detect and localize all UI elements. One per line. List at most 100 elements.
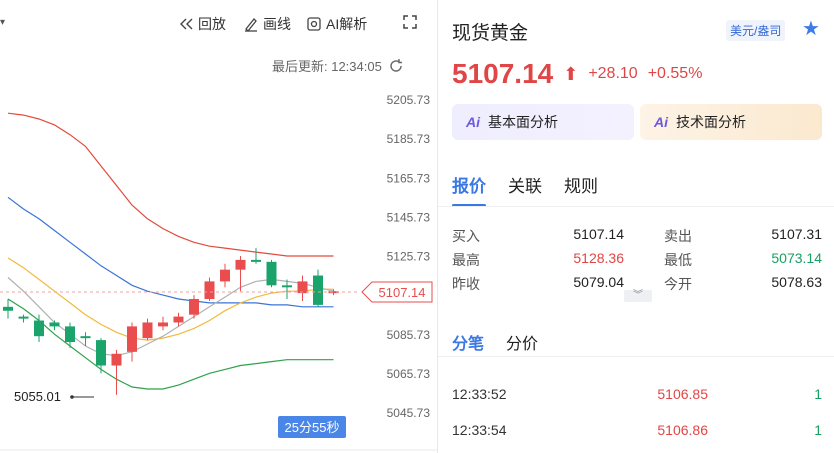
candle-body <box>266 261 277 286</box>
replay-label: 回放 <box>198 16 226 32</box>
candle <box>34 314 44 343</box>
bid-label: 买入 <box>452 228 480 244</box>
trade-price: 5106.85 <box>657 386 708 402</box>
fundamental-analysis-button[interactable]: Ai 基本面分析 <box>452 104 634 140</box>
replay-icon <box>180 18 193 30</box>
current-price-tag-text: 5107.14 <box>379 285 426 300</box>
caret-down-icon[interactable]: ▾ <box>0 17 5 28</box>
draw-line-button[interactable]: 画线 <box>243 14 291 34</box>
y-axis-ticks: 5205.735185.735165.735145.735125.735105.… <box>387 93 431 420</box>
refresh-icon[interactable] <box>388 58 404 74</box>
tab-quote[interactable]: 报价 <box>452 172 486 207</box>
candle <box>158 316 168 331</box>
trade-row: 12:33:52 5106.85 1 <box>452 386 822 406</box>
trade-price: 5106.86 <box>657 422 708 438</box>
y-tick-label: 5065.73 <box>387 367 431 381</box>
candle <box>142 318 153 341</box>
candle <box>313 269 323 307</box>
low-label: 最低 <box>664 252 692 268</box>
candle <box>297 275 308 301</box>
quote-panel: 现货黄金 美元/盎司 ★ 5107.14 ⬆ +28.10 +0.55% Ai … <box>438 0 834 453</box>
y-tick-label: 5085.73 <box>387 328 431 342</box>
candle-body <box>204 281 215 300</box>
trade-time: 12:33:52 <box>452 386 507 402</box>
candle <box>65 322 75 348</box>
star-icon[interactable]: ★ <box>802 16 820 41</box>
ask-label: 卖出 <box>664 228 692 244</box>
low-value: 5073.14 <box>771 250 822 266</box>
y-tick-label: 5185.73 <box>387 132 431 146</box>
chart-indicator-lines <box>7 112 334 390</box>
last-updated: 最后更新: 12:34:05 <box>272 56 404 75</box>
candle <box>49 320 60 331</box>
technical-analysis-label: 技术面分析 <box>676 114 746 130</box>
candle-body <box>3 306 13 311</box>
countdown-text: 25分55秒 <box>285 420 340 435</box>
candle-body <box>173 316 184 323</box>
collapse-chevron-icon[interactable]: ︾ <box>624 290 652 302</box>
upper-band-line <box>7 112 334 257</box>
currency-badge[interactable]: 美元/盎司 <box>726 20 786 41</box>
candle-body <box>297 281 308 294</box>
y-tick-label: 5205.73 <box>387 93 431 107</box>
price-change: +28.10 <box>588 65 638 82</box>
open-value: 5078.63 <box>771 274 822 290</box>
ai-analysis-button[interactable]: AI解析 <box>306 14 367 34</box>
candle <box>266 259 277 288</box>
ai-badge-icon: Ai <box>654 114 668 130</box>
ai-badge-icon: Ai <box>466 114 480 130</box>
tab-price-distribution[interactable]: 分价 <box>506 330 538 354</box>
low-marker-text: 5055.01 <box>14 389 61 404</box>
ai-scan-icon <box>307 17 321 31</box>
candle-body <box>65 326 75 343</box>
y-tick-label: 5045.73 <box>387 406 431 420</box>
tab-ticks[interactable]: 分笔 <box>452 330 484 354</box>
instrument-title: 现货黄金 <box>452 23 529 44</box>
tabs-divider <box>438 206 834 207</box>
candle-body <box>251 259 261 262</box>
quote-row: 买入 5107.14 卖出 5107.31 <box>452 226 822 246</box>
trade-volume: 1 <box>814 386 822 402</box>
technical-analysis-button[interactable]: Ai 技术面分析 <box>640 104 822 140</box>
replay-button[interactable]: 回放 <box>178 14 226 34</box>
pen-icon <box>245 18 257 32</box>
candle <box>111 349 122 395</box>
current-price-tag: 5107.14 <box>361 281 433 303</box>
ask-value: 5107.31 <box>771 226 822 242</box>
trade-volume: 1 <box>814 422 822 438</box>
low-marker: 5055.01 <box>14 389 94 404</box>
candle <box>251 248 261 264</box>
candle <box>127 322 137 362</box>
fullscreen-icon <box>403 15 417 29</box>
candle-body <box>111 353 122 366</box>
candlestick-chart[interactable]: 5205.735185.735165.735145.735125.735105.… <box>0 78 437 453</box>
candle-body <box>80 336 91 339</box>
chart-panel: ▾ 回放 画线 AI解析 最后更新: 12:34:05 5205.73 5185.… <box>0 0 437 453</box>
middle-band-line <box>7 196 334 308</box>
candle <box>3 299 13 319</box>
candle-body <box>158 322 168 327</box>
high-value: 5128.36 <box>573 250 624 266</box>
candle <box>96 338 106 374</box>
candle-body <box>235 259 246 270</box>
candle-body <box>49 322 60 327</box>
ma-yellow-line <box>7 257 334 341</box>
candle-body <box>18 316 29 319</box>
candle-body <box>127 326 137 352</box>
y-tick-label: 5145.73 <box>387 210 431 224</box>
tab-related[interactable]: 关联 <box>508 172 542 197</box>
open-label: 今开 <box>664 276 692 292</box>
tab-rules[interactable]: 规则 <box>564 172 598 197</box>
candle-body <box>34 320 44 337</box>
price-row: 5107.14 ⬆ +28.10 +0.55% <box>452 58 702 90</box>
trade-time: 12:33:54 <box>452 422 507 438</box>
quote-row: 最高 5128.36 最低 5073.14 <box>452 250 822 270</box>
prev-close-value: 5079.04 <box>573 274 624 290</box>
candle <box>220 263 230 288</box>
countdown-badge: 25分55秒 <box>278 416 346 438</box>
chart-toolbar: ▾ 回放 画线 AI解析 <box>0 14 437 38</box>
draw-line-label: 画线 <box>263 16 291 32</box>
fullscreen-button[interactable] <box>402 14 418 30</box>
candle-body <box>313 275 323 305</box>
candle <box>204 277 215 301</box>
